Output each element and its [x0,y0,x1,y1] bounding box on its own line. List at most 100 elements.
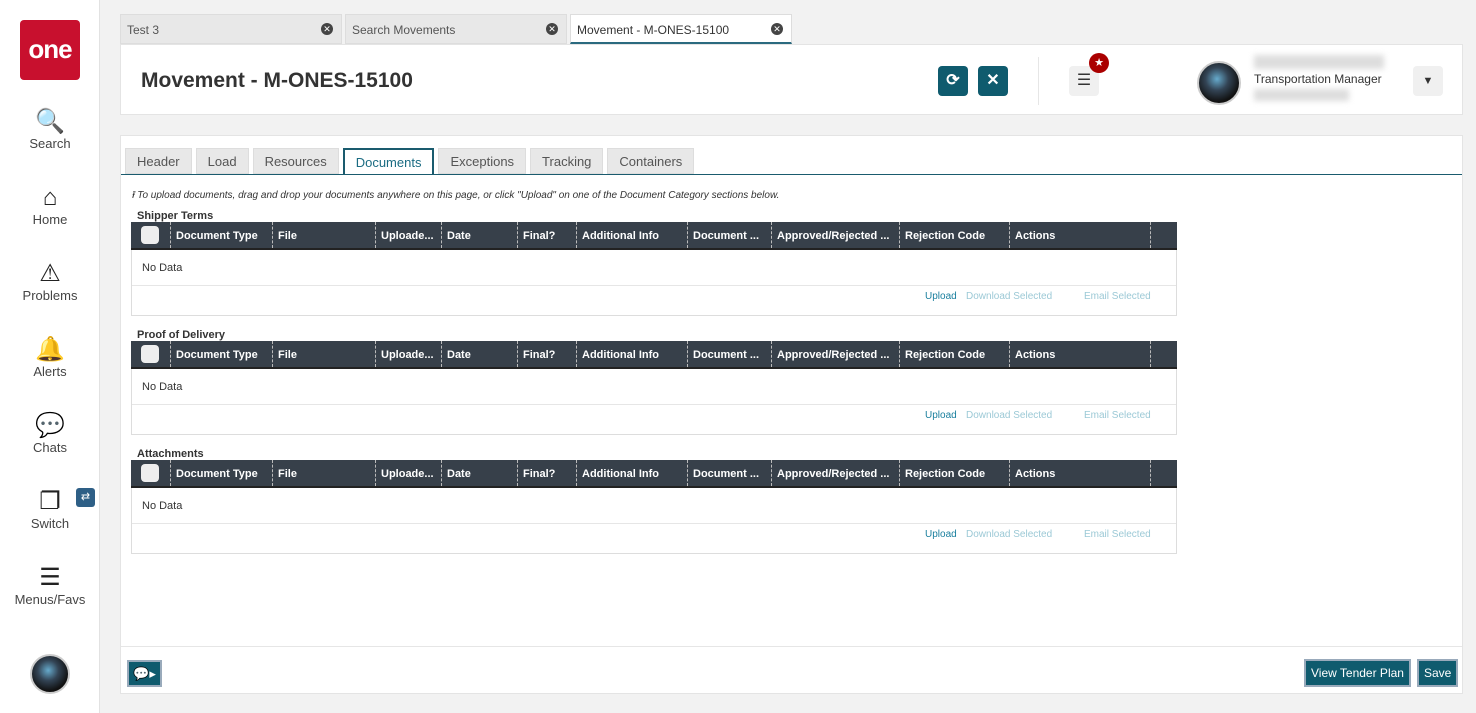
column-header[interactable]: Date [442,341,518,367]
home-icon: ⌂ [42,184,58,211]
column-header[interactable]: Date [442,222,518,248]
column-header[interactable]: Uploade... [376,222,442,248]
download-selected-link[interactable]: Download Selected [966,410,1052,421]
tab-search-movements[interactable]: Search Movements ✕ [345,14,567,44]
column-header[interactable]: Final? [518,222,577,248]
column-header[interactable]: Approved/Rejected ... [772,222,900,248]
divider [132,523,1176,524]
select-all-checkbox[interactable] [131,341,171,367]
upload-link[interactable]: Upload [925,529,957,540]
nav-chats[interactable]: 💬 Chats [0,412,100,455]
main-panel: Header Load Resources Documents Exceptio… [120,135,1463,694]
one-logo[interactable]: one [20,20,80,80]
column-header[interactable]: Document Type [171,222,273,248]
tab-movement[interactable]: Movement - M-ONES-15100 ✕ [570,14,792,44]
tab-exceptions[interactable]: Exceptions [438,148,527,174]
nav-label: Alerts [33,364,67,379]
close-icon[interactable]: ✕ [321,23,333,35]
upload-link[interactable]: Upload [925,291,957,302]
tab-label: Search Movements [352,23,456,37]
column-header[interactable]: Document ... [688,341,772,367]
nav-alerts[interactable]: 🔔 Alerts [0,336,100,379]
column-header[interactable]: File [273,222,376,248]
nav-label: Chats [33,440,67,455]
user-avatar[interactable] [1197,61,1241,105]
close-icon[interactable]: ✕ [546,23,558,35]
column-header[interactable]: File [273,341,376,367]
empty-message: No Data [142,381,183,393]
email-selected-link[interactable]: Email Selected [1084,291,1151,302]
column-header[interactable]: Actions [1010,222,1151,248]
column-header[interactable]: Rejection Code [900,222,1010,248]
table-body: No Data Upload Download Selected Email S… [131,488,1177,554]
column-header[interactable]: Document ... [688,460,772,486]
column-header[interactable]: Approved/Rejected ... [772,460,900,486]
nav-search[interactable]: 🔍 Search [0,108,100,151]
search-icon: 🔍 [35,108,65,135]
column-header[interactable]: Date [442,460,518,486]
chevron-down-icon[interactable]: ▼ [1413,66,1443,96]
nav-label: Problems [22,288,78,303]
column-header[interactable]: Final? [518,460,577,486]
column-header[interactable]: Uploade... [376,460,442,486]
user-avatar[interactable] [30,654,70,694]
hint-text: To upload documents, drag and drop your … [137,190,780,201]
table-header: Document Type File Uploade... Date Final? Add… [131,460,1177,488]
column-header[interactable]: Approved/Rejected ... [772,341,900,367]
download-selected-link[interactable]: Download Selected [966,291,1052,302]
select-all-checkbox[interactable] [131,222,171,248]
sidebar: one 🔍 Search ⌂ Home ⚠ Problems 🔔 Alerts 💬 Cha… [0,0,100,713]
warning-icon: ⚠ [39,260,61,287]
column-header[interactable]: Document ... [688,222,772,248]
column-header[interactable]: Rejection Code [900,460,1010,486]
column-header[interactable]: Uploade... [376,341,442,367]
view-tender-plan-button[interactable]: View Tender Plan [1304,659,1411,687]
download-selected-link[interactable]: Download Selected [966,529,1052,540]
tab-test-3[interactable]: Test 3 ✕ [120,14,342,44]
column-header[interactable]: File [273,460,376,486]
column-header[interactable]: Additional Info [577,460,688,486]
tab-load[interactable]: Load [195,148,249,174]
column-header[interactable]: Document Type [171,341,273,367]
upload-link[interactable]: Upload [925,410,957,421]
table-body: No Data Upload Download Selected Email S… [131,250,1177,316]
column-header[interactable]: Final? [518,341,577,367]
page-title: Movement - M-ONES-15100 [141,69,413,92]
tab-containers[interactable]: Containers [607,148,695,174]
tab-header[interactable]: Header [125,148,192,174]
empty-message: No Data [142,262,183,274]
column-header[interactable]: Actions [1010,460,1151,486]
tab-documents[interactable]: Documents [342,148,435,175]
column-header[interactable]: Rejection Code [900,341,1010,367]
close-button[interactable]: ✕ [978,66,1008,96]
tab-tracking[interactable]: Tracking [530,148,604,174]
column-header[interactable]: Actions [1010,341,1151,367]
column-header[interactable]: Additional Info [577,222,688,248]
email-selected-link[interactable]: Email Selected [1084,529,1151,540]
save-button[interactable]: Save [1417,659,1459,687]
nav-label: Switch [30,516,70,531]
tab-label: Movement - M-ONES-15100 [577,23,730,37]
nav-home[interactable]: ⌂ Home [0,184,100,227]
nav-menus-favs[interactable]: ☰ Menus/Favs [0,564,100,607]
user-name-blurred [1254,55,1384,69]
nav-label: Search [29,136,71,151]
column-header [1151,460,1176,486]
column-header[interactable]: Document Type [171,460,273,486]
close-icon[interactable]: ✕ [771,23,783,35]
section-title: Attachments [137,448,204,460]
chat-button[interactable]: 💬▸ [127,660,162,687]
divider [121,646,1462,647]
document-tabs: Test 3 ✕ Search Movements ✕ Movement - M-O… [120,14,795,44]
document-section: Attachments Document Type File Uploade... D… [131,448,1177,554]
nav-problems[interactable]: ⚠ Problems [0,260,100,303]
tab-resources[interactable]: Resources [252,148,339,174]
table-header: Document Type File Uploade... Date Final? Add… [131,341,1177,369]
column-header [1151,341,1176,367]
menu-icon: ☰ [39,564,61,591]
column-header[interactable]: Additional Info [577,341,688,367]
select-all-checkbox[interactable] [131,460,171,486]
email-selected-link[interactable]: Email Selected [1084,410,1151,421]
refresh-button[interactable]: ⟳ [938,66,968,96]
divider [121,174,1462,175]
